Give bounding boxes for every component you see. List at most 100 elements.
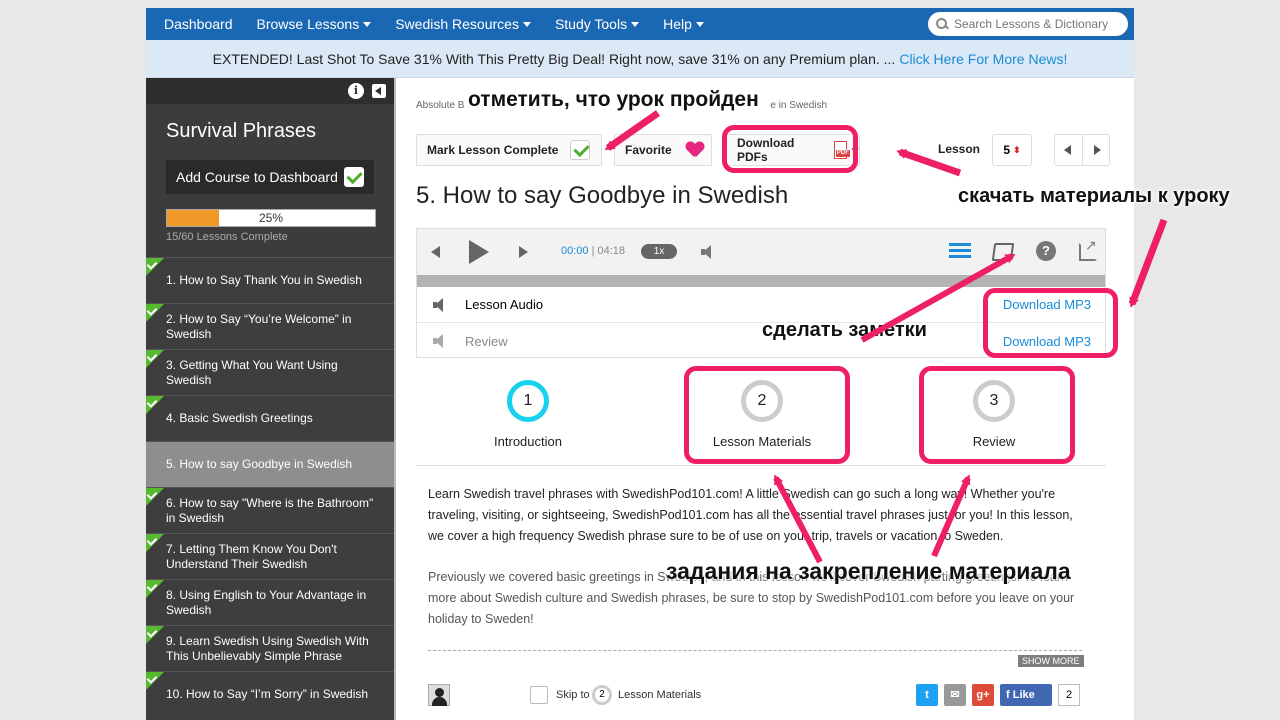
step-number: 1	[507, 380, 549, 422]
lesson-number-select[interactable]: 5 ⬍	[992, 134, 1032, 166]
play-icon[interactable]	[469, 240, 489, 264]
sidebar-lesson-item[interactable]: 5. How to say Goodbye in Swedish	[146, 441, 394, 487]
notes-icon[interactable]	[991, 243, 1015, 261]
highlight-download-mp3	[983, 288, 1118, 358]
sidebar-lesson-item[interactable]: 1. How to Say Thank You in Swedish	[146, 257, 394, 303]
rewind-icon[interactable]	[431, 246, 440, 258]
annotation-mark-done: отметить, что урок пройден	[468, 88, 759, 111]
sidebar: i Survival Phrases Add Course to Dashboa…	[146, 78, 394, 720]
search-box	[928, 12, 1128, 36]
divider	[428, 650, 1082, 651]
email-icon[interactable]: ✉	[944, 684, 966, 706]
course-progress-bar: 25%	[166, 209, 376, 227]
sidebar-lesson-item[interactable]: 3. Getting What You Want Using Swedish	[146, 349, 394, 395]
nav-label: Swedish Resources	[395, 16, 519, 32]
completed-check-icon	[146, 580, 164, 598]
nav-browse-lessons[interactable]: Browse Lessons	[245, 8, 384, 40]
highlight-review	[919, 366, 1075, 464]
add-course-label: Add Course to Dashboard	[176, 169, 338, 185]
time-display: 00:00 | 04:18	[561, 245, 626, 257]
search-icon[interactable]	[936, 18, 948, 30]
help-icon[interactable]: ?	[1036, 241, 1056, 261]
sidebar-lesson-item[interactable]: 8. Using English to Your Advantage in Sw…	[146, 579, 394, 625]
completed-check-icon	[146, 396, 164, 414]
speaker-icon	[433, 334, 451, 348]
breadcrumb-end: e in Swedish	[770, 100, 828, 111]
sidebar-lesson-item[interactable]: 10. How to Say “I’m Sorry” in Swedish	[146, 671, 394, 717]
facebook-like-button[interactable]: f Like	[1000, 684, 1052, 706]
info-icon[interactable]: i	[348, 83, 364, 99]
top-nav: Dashboard Browse Lessons Swedish Resourc…	[146, 8, 1134, 40]
skip-to-label: Skip to	[556, 689, 590, 701]
completed-check-icon	[146, 626, 164, 644]
sidebar-lesson-item[interactable]: 4. Basic Swedish Greetings	[146, 395, 394, 441]
twitter-icon[interactable]: t	[916, 684, 938, 706]
lesson-item-label: 2. How to Say “You’re Welcome” in Swedis…	[166, 311, 352, 341]
nav-label: Dashboard	[164, 16, 233, 32]
highlight-download-pdfs	[722, 125, 858, 173]
sidebar-lesson-item[interactable]: 2. How to Say “You’re Welcome” in Swedis…	[146, 303, 394, 349]
lesson-item-label: 3. Getting What You Want Using Swedish	[166, 357, 338, 387]
updown-icon: ⬍	[1013, 144, 1021, 155]
lesson-list: 1. How to Say Thank You in Swedish 2. How…	[146, 257, 394, 717]
sidebar-lesson-item[interactable]: 7. Letting Them Know You Don't Understan…	[146, 533, 394, 579]
add-course-button[interactable]: Add Course to Dashboard	[166, 160, 374, 194]
sidebar-lesson-item[interactable]: 9. Learn Swedish Using Swedish With This…	[146, 625, 394, 671]
chevron-down-icon	[363, 21, 372, 27]
annotation-download-materials: скачать материалы к уроку	[958, 185, 1230, 207]
avatar[interactable]	[428, 684, 450, 706]
volume-icon[interactable]	[701, 244, 721, 260]
skip-checkbox[interactable]	[530, 686, 548, 704]
search-input[interactable]	[954, 17, 1124, 31]
mark-complete-button[interactable]: Mark Lesson Complete	[416, 134, 602, 166]
track-label: Review	[465, 333, 508, 349]
annotation-take-notes: сделать заметки	[762, 319, 927, 341]
popout-icon[interactable]	[1079, 237, 1097, 261]
skip-step-label: Lesson Materials	[618, 689, 702, 701]
checkbox-checked-icon[interactable]	[344, 167, 364, 187]
step-introduction[interactable]: 1 Introduction	[448, 380, 608, 449]
checkmark-icon	[570, 140, 591, 160]
banner-link[interactable]: Click Here For More News!	[899, 51, 1067, 67]
chevron-down-icon	[522, 21, 531, 27]
speed-button[interactable]: 1x	[641, 244, 677, 259]
nav-dashboard[interactable]: Dashboard	[152, 8, 245, 40]
app-window: Dashboard Browse Lessons Swedish Resourc…	[146, 8, 1134, 720]
annotation-exercises: задания на закрепление материала	[666, 558, 1071, 584]
sidebar-toolbar: i	[146, 78, 394, 104]
google-plus-icon[interactable]: g+	[972, 684, 994, 706]
speaker-icon	[433, 297, 451, 312]
lesson-label: Lesson	[938, 142, 981, 156]
favorite-button[interactable]: Favorite	[614, 134, 712, 166]
lesson-item-label: 7. Letting Them Know You Don't Understan…	[166, 541, 337, 571]
heart-icon	[686, 142, 704, 158]
prev-lesson-button[interactable]	[1055, 135, 1083, 165]
playlist-icon[interactable]	[949, 243, 971, 261]
nav-study-tools[interactable]: Study Tools	[543, 8, 651, 40]
completed-check-icon	[146, 534, 164, 552]
completed-check-icon	[146, 488, 164, 506]
lesson-title: 5. How to say Goodbye in Swedish	[416, 182, 789, 209]
show-more-button[interactable]: SHOW MORE	[1018, 655, 1084, 667]
chevron-down-icon	[631, 21, 640, 27]
sidebar-lesson-item[interactable]: 6. How to say "Where is the Bathroom" in…	[146, 487, 394, 533]
collapse-icon[interactable]	[372, 84, 386, 98]
lesson-footer: Skip to 2 Lesson Materials t ✉ g+ f Like…	[416, 682, 1106, 712]
next-lesson-button[interactable]	[1083, 135, 1110, 165]
completed-check-icon	[146, 304, 164, 322]
mark-complete-label: Mark Lesson Complete	[427, 143, 559, 157]
nav-swedish-resources[interactable]: Swedish Resources	[383, 8, 543, 40]
step-label: Introduction	[494, 434, 562, 449]
time-current: 00:00	[561, 245, 589, 257]
forward-icon[interactable]	[519, 246, 528, 258]
breadcrumb-start[interactable]: Absolute B	[416, 100, 464, 111]
paragraph: Learn Swedish travel phrases with Swedis…	[428, 487, 1073, 543]
lesson-item-label: 4. Basic Swedish Greetings	[166, 411, 313, 425]
nav-label: Study Tools	[554, 16, 628, 32]
nav-help[interactable]: Help	[651, 8, 716, 40]
progress-percent: 25%	[258, 211, 284, 225]
seek-bar[interactable]	[417, 275, 1105, 287]
skip-step-number: 2	[592, 685, 612, 705]
favorite-label: Favorite	[625, 143, 672, 157]
track-label: Lesson Audio	[465, 297, 544, 312]
